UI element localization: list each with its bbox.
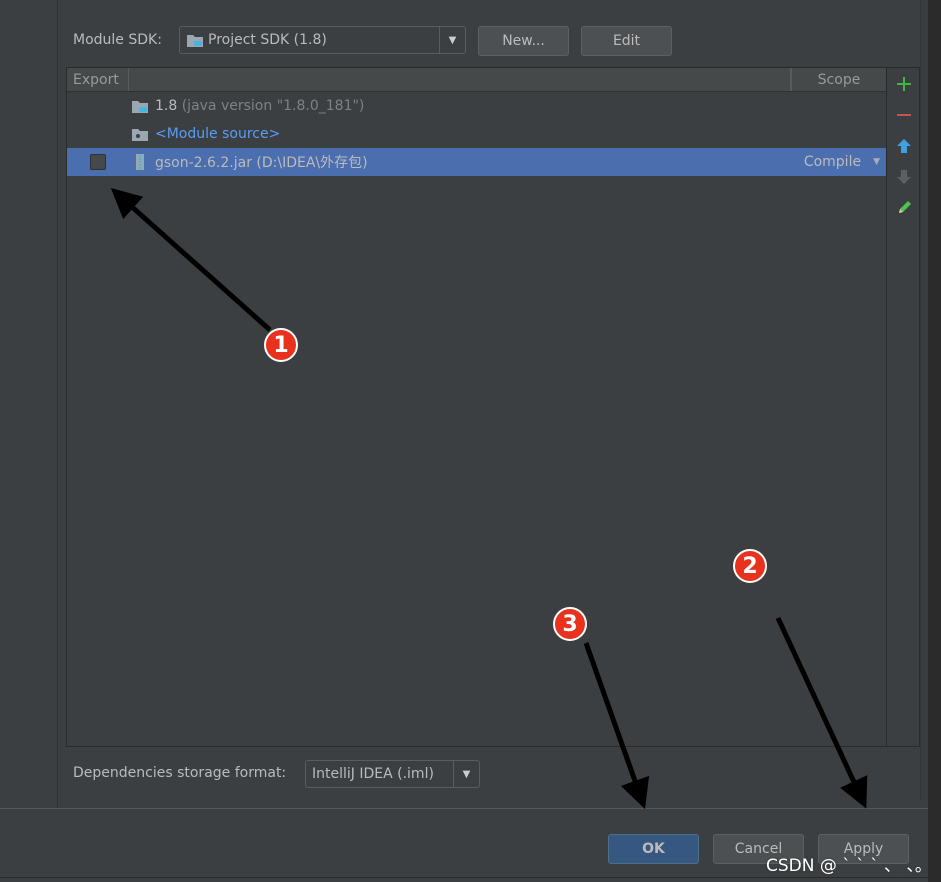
table-header: Export Scope xyxy=(67,68,886,92)
chevron-down-icon[interactable]: ▼ xyxy=(873,157,880,167)
jdk-folder-icon xyxy=(132,101,148,113)
move-up-icon xyxy=(896,138,911,153)
jar-name: gson-2.6.2.jar (D:\IDEA\外存包) xyxy=(155,155,368,171)
add-icon xyxy=(896,76,911,91)
module-sdk-label: Module SDK: xyxy=(73,32,162,48)
right-strip xyxy=(928,0,941,882)
annotation-badge-2: 2 xyxy=(733,549,767,583)
scope-dropdown[interactable]: Compile ▼ xyxy=(804,154,880,170)
module-sdk-value: Project SDK (1.8) xyxy=(208,32,327,48)
move-down-button[interactable] xyxy=(887,161,920,192)
storage-format-dropdown[interactable]: IntelliJ IDEA (.iml) ▼ xyxy=(305,760,480,788)
column-scope[interactable]: Scope xyxy=(791,68,886,91)
scope-value: Compile xyxy=(803,154,862,170)
column-name[interactable] xyxy=(129,68,791,91)
table-row[interactable]: 1.8 (java version "1.8.0_181") xyxy=(67,92,886,120)
add-button[interactable] xyxy=(887,68,920,99)
footer-divider xyxy=(0,808,928,809)
jdk-folder-icon xyxy=(187,35,203,47)
edit-sdk-button[interactable]: Edit xyxy=(581,26,672,56)
module-source-folder-icon xyxy=(132,129,148,141)
bottom-divider xyxy=(0,877,928,878)
new-sdk-button[interactable]: New... xyxy=(478,26,569,56)
remove-icon xyxy=(896,113,911,116)
module-source: <Module source> xyxy=(155,126,281,142)
storage-format-value: IntelliJ IDEA (.iml) xyxy=(312,766,434,782)
move-down-icon xyxy=(896,169,911,184)
sdk-detail: (java version "1.8.0_181") xyxy=(177,98,365,114)
annotation-badge-1: 1 xyxy=(264,328,298,362)
chevron-down-icon[interactable]: ▼ xyxy=(453,761,479,787)
watermark: CSDN @ ` ` ` 、 、。 xyxy=(766,856,932,876)
chevron-down-icon[interactable]: ▼ xyxy=(439,27,465,53)
ok-button[interactable]: OK xyxy=(608,834,699,864)
storage-format-label: Dependencies storage format: xyxy=(73,765,287,781)
table-row-selected[interactable]: gson-2.6.2.jar (D:\IDEA\外存包) Compile ▼ xyxy=(67,148,886,176)
annotation-badge-3: 3 xyxy=(553,607,587,641)
module-sdk-dropdown[interactable]: Project SDK (1.8) ▼ xyxy=(179,26,466,54)
edit-pencil-icon xyxy=(898,200,911,213)
move-up-button[interactable] xyxy=(887,130,920,161)
export-checkbox[interactable] xyxy=(90,154,106,170)
sdk-name: 1.8 xyxy=(155,98,178,114)
column-export[interactable]: Export xyxy=(67,68,129,91)
remove-button[interactable] xyxy=(887,99,920,130)
jar-icon xyxy=(136,154,144,170)
edit-button[interactable] xyxy=(887,192,920,223)
dependencies-table: Export Scope 1.8 (java version "1.8.0_18… xyxy=(66,67,887,747)
left-panel xyxy=(0,0,58,808)
table-toolbar xyxy=(887,67,920,747)
table-row[interactable]: <Module source> xyxy=(67,120,886,148)
